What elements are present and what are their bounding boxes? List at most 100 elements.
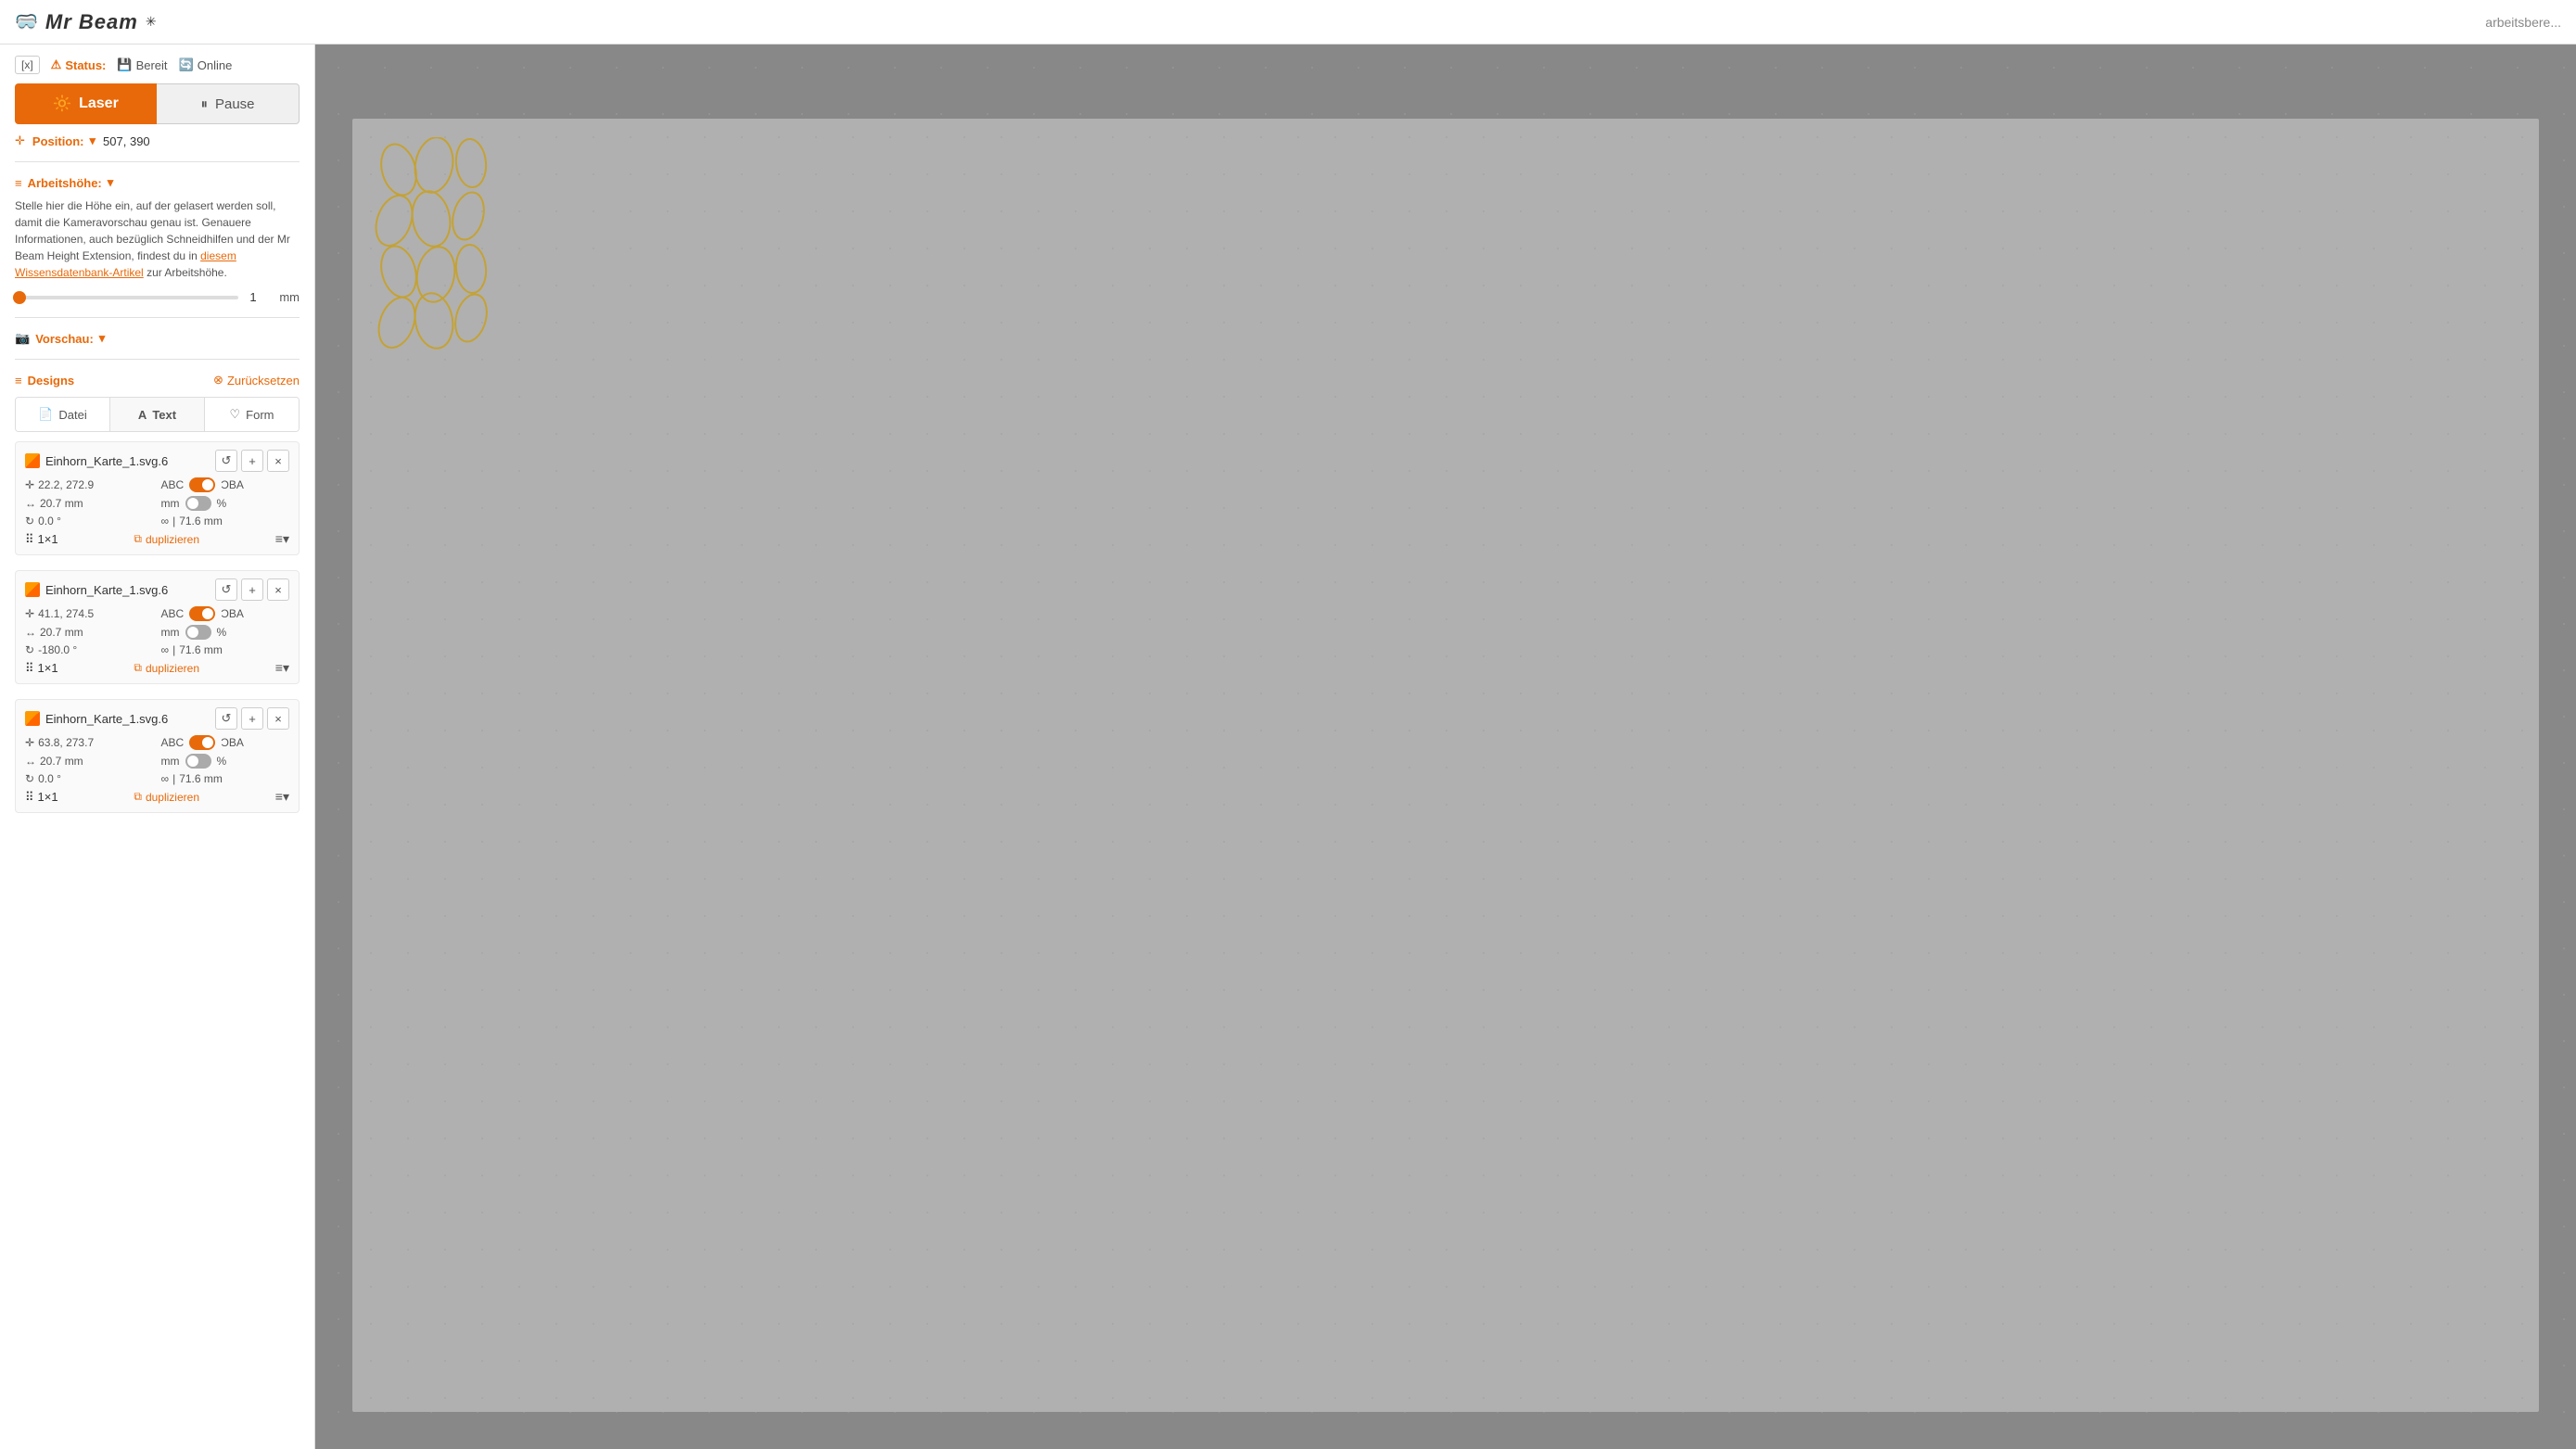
pause-icon: ⏸ [200, 96, 208, 112]
sidebar: [x] ⚠ Status: 💾 Bereit 🔄 Online 🔆 [0, 44, 315, 1449]
design-3-duplicate-btn[interactable]: ⧉ duplizieren [134, 790, 199, 804]
move-icon: ✛ [15, 133, 25, 148]
logo-text: Mr Beam [45, 10, 138, 34]
ready-icon: 💾 [117, 57, 132, 72]
x-button[interactable]: [x] [15, 56, 40, 74]
canvas-area[interactable] [315, 44, 2576, 1449]
design-3-add-btn[interactable]: + [241, 707, 263, 730]
design-tabs: 📄 Datei A Text ♡ Form [15, 397, 300, 432]
design-2-abc: ABC ƆBA [161, 606, 290, 621]
design-2-abc-toggle[interactable] [189, 606, 215, 621]
height-divider-3: | [172, 772, 175, 785]
designs-icon: ≡ [15, 374, 22, 388]
design-1-reset-btn[interactable]: ↺ [215, 450, 237, 472]
status-bar: [x] ⚠ Status: 💾 Bereit 🔄 Online [15, 56, 300, 74]
design-1-rotation: ↻ 0.0 ° [25, 515, 154, 527]
design-2-close-btn[interactable]: × [267, 578, 289, 601]
design-3-height: ∞ | 71.6 mm [161, 772, 290, 785]
design-2-reset-btn[interactable]: ↺ [215, 578, 237, 601]
design-3-abc-toggle[interactable] [189, 735, 215, 750]
design-1-menu-btn[interactable]: ≡▾ [275, 531, 289, 547]
divider-2 [15, 317, 300, 318]
logo-star: ✳ [146, 14, 157, 30]
camera-icon: 📷 [15, 331, 30, 346]
design-1-bottom: ⠿ 1×1 ⧉ duplizieren ≡▾ [25, 531, 289, 547]
design-3-grid: ⠿ 1×1 [25, 790, 58, 805]
logo-area: 🥽 Mr Beam ✳ [15, 10, 157, 34]
design-item-2: Einhorn_Karte_1.svg.6 ↺ + × ✛ 41.1, 274.… [15, 570, 300, 684]
slider-thumb [13, 291, 26, 304]
position-move-icon-2: ✛ [25, 607, 34, 620]
height-slider[interactable] [15, 296, 238, 299]
position-move-icon: ✛ [25, 478, 34, 491]
width-icon-3: ↔ [25, 755, 36, 768]
design-2-name: Einhorn_Karte_1.svg.6 [25, 582, 168, 597]
rotate-icon-2: ↻ [25, 643, 34, 656]
design-2-grid: ⠿ 1×1 [25, 661, 58, 676]
design-3-bottom: ⠿ 1×1 ⧉ duplizieren ≡▾ [25, 789, 289, 805]
design-2-add-btn[interactable]: + [241, 578, 263, 601]
design-item-1: Einhorn_Karte_1.svg.6 ↺ + × ✛ 22.2, 272.… [15, 441, 300, 555]
status-label: ⚠ Status: [51, 57, 107, 72]
vorschau-arrow: ▾ [99, 331, 106, 346]
design-3-rotation: ↻ 0.0 ° [25, 772, 154, 785]
height-divider-2: | [172, 643, 175, 656]
laser-button[interactable]: 🔆 Laser [15, 83, 157, 124]
reset-button[interactable]: ⊗ Zurücksetzen [213, 373, 300, 388]
arbeit-title[interactable]: ≡ Arbeitshöhe: ▾ [15, 175, 300, 190]
design-1-mm-toggle: mm % [161, 496, 290, 511]
design-item-1-header: Einhorn_Karte_1.svg.6 ↺ + × [25, 450, 289, 472]
duplicate-icon: ⧉ [134, 532, 142, 546]
app-header: 🥽 Mr Beam ✳ arbeitsbere... [0, 0, 2576, 44]
design-1-duplicate-btn[interactable]: ⧉ duplizieren [134, 532, 199, 546]
design-3-menu-btn[interactable]: ≡▾ [275, 789, 289, 805]
tab-text[interactable]: A Text [110, 398, 205, 431]
design-1-abc: ABC ƆBA [161, 477, 290, 492]
design-2-duplicate-btn[interactable]: ⧉ duplizieren [134, 661, 199, 675]
width-icon: ↔ [25, 497, 36, 510]
tab-datei[interactable]: 📄 Datei [16, 398, 110, 431]
pause-button[interactable]: ⏸ Pause [157, 83, 300, 124]
design-1-close-btn[interactable]: × [267, 450, 289, 472]
design-2-rotation: ↻ -180.0 ° [25, 643, 154, 656]
position-move-icon-3: ✛ [25, 736, 34, 749]
workspace-label: arbeitsbere... [2485, 15, 2561, 30]
heart-icon: ♡ [230, 407, 241, 422]
design-3-name: Einhorn_Karte_1.svg.6 [25, 711, 168, 726]
duplicate-icon-2: ⧉ [134, 661, 142, 675]
position-value: 507, 390 [103, 134, 150, 148]
design-2-width: ↔ 20.7 mm [25, 625, 154, 640]
tab-form[interactable]: ♡ Form [205, 398, 299, 431]
design-2-position: ✛ 41.1, 274.5 [25, 606, 154, 621]
design-3-reset-btn[interactable]: ↺ [215, 707, 237, 730]
grid-pattern [352, 119, 2539, 1412]
vorschau-section[interactable]: 📷 Vorschau: ▾ [15, 331, 300, 346]
design-3-close-btn[interactable]: × [267, 707, 289, 730]
link-icon-3: ∞ [161, 772, 170, 785]
arbeit-section: ≡ Arbeitshöhe: ▾ Stelle hier die Höhe ei… [15, 175, 300, 304]
design-1-icon [25, 453, 40, 468]
design-2-menu-btn[interactable]: ≡▾ [275, 660, 289, 676]
arbeit-arrow: ▾ [108, 175, 114, 190]
design-1-mm-toggle-switch[interactable] [185, 496, 211, 511]
slider-value: 1 [249, 290, 268, 304]
arbeit-info: Stelle hier die Höhe ein, auf der gelase… [15, 197, 300, 281]
design-1-actions: ↺ + × [215, 450, 289, 472]
work-canvas[interactable] [352, 119, 2539, 1412]
design-3-position: ✛ 63.8, 273.7 [25, 735, 154, 750]
link-icon-2: ∞ [161, 643, 170, 656]
design-item-3: Einhorn_Karte_1.svg.6 ↺ + × ✛ 63.8, 273.… [15, 699, 300, 813]
design-2-mm-toggle-switch[interactable] [185, 625, 211, 640]
design-3-width: ↔ 20.7 mm [25, 754, 154, 769]
design-item-3-header: Einhorn_Karte_1.svg.6 ↺ + × [25, 707, 289, 730]
action-buttons: 🔆 Laser ⏸ Pause [15, 83, 300, 124]
design-1-abc-toggle[interactable] [189, 477, 215, 492]
position-label[interactable]: Position: ▾ [32, 133, 96, 148]
height-divider: | [172, 515, 175, 527]
design-1-add-btn[interactable]: + [241, 450, 263, 472]
design-svg [371, 137, 556, 360]
file-icon: 📄 [38, 407, 53, 422]
designs-header: ≡ Designs ⊗ Zurücksetzen [15, 373, 300, 388]
main-content: [x] ⚠ Status: 💾 Bereit 🔄 Online 🔆 [0, 44, 2576, 1449]
design-3-mm-toggle-switch[interactable] [185, 754, 211, 769]
